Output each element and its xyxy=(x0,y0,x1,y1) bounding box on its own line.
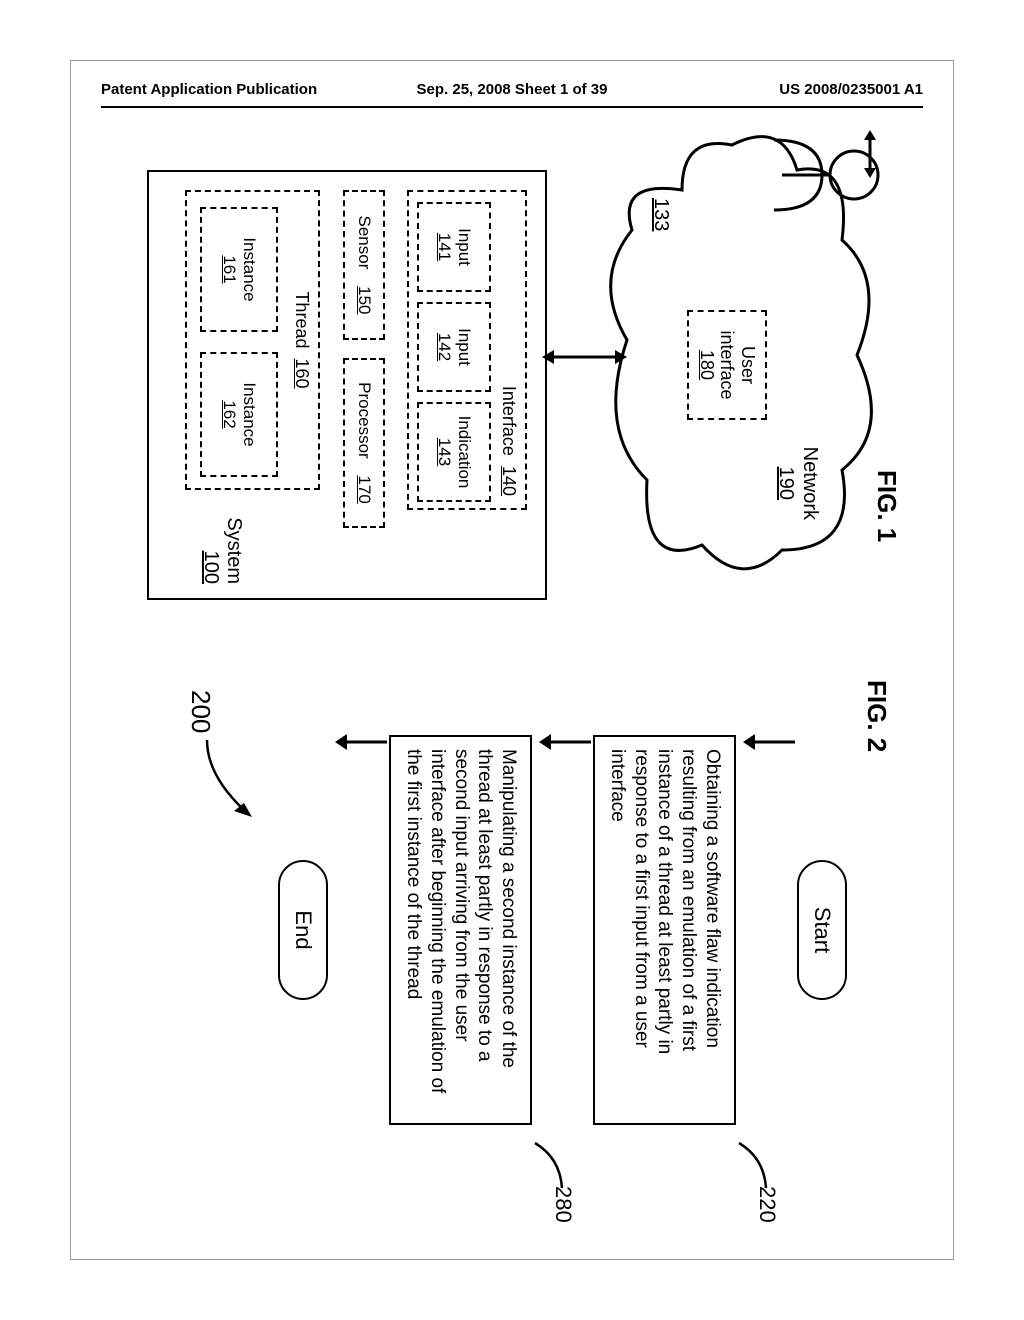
processor-label: Processor xyxy=(354,382,374,459)
instance-161-refnum: 161 xyxy=(219,209,239,330)
instance-162-label: Instance xyxy=(239,354,259,475)
interface-text: Interface xyxy=(499,386,519,456)
page-header: Patent Application Publication Sep. 25, … xyxy=(101,81,923,98)
header-sheet: Sep. 25, 2008 Sheet 1 of 39 xyxy=(101,81,923,98)
network-cloud: Network 190 133 User interface 180 xyxy=(602,130,882,580)
sensor-label: Sensor xyxy=(354,216,374,270)
flow-step-280: Manipulating a second instance of the th… xyxy=(390,735,533,1125)
system-refnum: 100 xyxy=(200,551,222,584)
interface-title: Interface 140 xyxy=(498,386,519,496)
leader-arrow-icon xyxy=(197,735,252,825)
network-text: Network xyxy=(799,447,821,520)
flow-refnum-200-text: 200 xyxy=(186,690,216,733)
thread-refnum: 160 xyxy=(292,359,312,389)
input-142-box: Input 142 xyxy=(417,302,491,392)
indication-143-label: Indication xyxy=(454,404,474,500)
callout-280-num: 280 xyxy=(550,1186,576,1223)
input-141-label: Input xyxy=(454,204,474,290)
processor-refnum: 170 xyxy=(354,475,374,503)
instance-161-box: Instance 161 xyxy=(200,207,278,332)
thread-text: Thread xyxy=(292,291,312,348)
user-interface-box: User interface 180 xyxy=(687,310,767,420)
sensor-box: Sensor 150 xyxy=(343,190,385,340)
input-142-label: Input xyxy=(454,304,474,390)
system-text: System xyxy=(223,517,245,584)
thread-title: Thread 160 xyxy=(291,192,312,488)
thread-box: Thread 160 Instance 161 Instance 162 xyxy=(185,190,320,490)
user-refnum: 133 xyxy=(649,198,672,231)
interface-refnum: 140 xyxy=(499,466,519,496)
network-label: Network 190 xyxy=(774,447,822,520)
input-141-refnum: 141 xyxy=(434,204,454,290)
arrow-down-icon xyxy=(336,730,388,754)
indication-143-refnum: 143 xyxy=(434,404,454,500)
ui-line1: User xyxy=(737,312,758,418)
header-rule xyxy=(101,106,923,108)
flow-end: End xyxy=(279,860,329,1000)
ui-line2: interface xyxy=(717,312,738,418)
instance-162-box: Instance 162 xyxy=(200,352,278,477)
drawing-stage: FIG. 1 Network 190 133 xyxy=(122,130,902,1190)
double-arrow-vertical-icon xyxy=(542,345,627,369)
instance-161-label: Instance xyxy=(239,209,259,330)
figure-2-label: FIG. 2 xyxy=(861,680,892,752)
system-box: System 100 Interface 140 Input 141 Input… xyxy=(147,170,547,600)
ui-refnum: 180 xyxy=(696,312,717,418)
arrow-down-icon xyxy=(743,730,795,754)
indication-143-box: Indication 143 xyxy=(417,402,491,502)
double-arrow-icon xyxy=(858,130,882,178)
processor-box: Processor 170 xyxy=(343,358,385,528)
input-141-box: Input 141 xyxy=(417,202,491,292)
flow-start: Start xyxy=(797,860,847,1000)
input-142-refnum: 142 xyxy=(434,304,454,390)
patent-page: Patent Application Publication Sep. 25, … xyxy=(70,60,954,1260)
instance-162-refnum: 162 xyxy=(219,354,239,475)
flowchart: Start 220 Obtaining a software flaw indi… xyxy=(279,730,848,1130)
arrow-down-icon xyxy=(539,730,591,754)
sensor-refnum: 150 xyxy=(354,286,374,314)
system-label: System 100 xyxy=(199,517,245,584)
flow-refnum-200: 200 xyxy=(191,690,222,733)
callout-220-num: 220 xyxy=(754,1186,780,1223)
flow-step-220: Obtaining a software flaw indication res… xyxy=(593,735,736,1125)
interface-box: Interface 140 Input 141 Input 142 Indica… xyxy=(407,190,527,510)
network-refnum: 190 xyxy=(775,467,797,500)
